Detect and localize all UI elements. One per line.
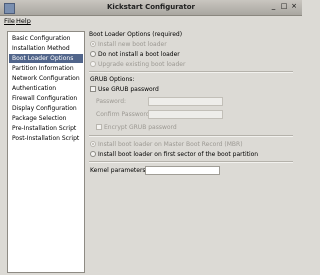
sidebar-item-authentication[interactable]: Authentication — [9, 84, 83, 93]
password-label: Password: — [96, 98, 127, 105]
do-not-install-label: Do not install a boot loader — [98, 51, 180, 58]
maximize-button[interactable]: □ — [281, 2, 288, 10]
title-bar[interactable]: Kickstart Configurator _ □ × — [0, 0, 302, 16]
mbr-label: Install boot loader on Master Boot Recor… — [98, 141, 243, 148]
encrypt-grub-label: Encrypt GRUB password — [104, 124, 177, 131]
sidebar-item-pre-installation-script[interactable]: Pre-Installation Script — [9, 124, 83, 133]
password-field[interactable] — [148, 97, 223, 106]
sidebar-item-package-selection[interactable]: Package Selection — [9, 114, 83, 123]
first-sector-radio[interactable] — [90, 151, 96, 157]
window-controls: _ □ × — [271, 2, 298, 10]
first-sector-label: Install boot loader on first sector of t… — [98, 151, 259, 158]
install-new-label: Install new boot loader — [98, 41, 167, 48]
separator — [89, 135, 293, 137]
mbr-radio[interactable] — [90, 141, 96, 147]
encrypt-grub-checkbox[interactable] — [96, 124, 102, 130]
upgrade-existing-radio[interactable] — [90, 61, 96, 67]
sidebar-item-partition-information[interactable]: Partition Information — [9, 64, 83, 73]
window-title: Kickstart Configurator — [107, 3, 195, 11]
sidebar-item-firewall-configuration[interactable]: Firewall Configuration — [9, 94, 83, 103]
section-heading: Boot Loader Options (required) — [89, 31, 183, 38]
menu-file[interactable]: File — [4, 17, 15, 25]
kickstart-window: Kickstart Configurator _ □ × File Help B… — [0, 0, 302, 275]
use-grub-password-label: Use GRUB password — [98, 86, 159, 93]
menu-help[interactable]: Help — [16, 17, 31, 25]
grub-options-heading: GRUB Options: — [90, 76, 135, 83]
menu-bar: File Help — [0, 16, 302, 26]
confirm-password-field[interactable] — [148, 110, 223, 119]
boot-loader-panel: Boot Loader Options (required) Install n… — [88, 31, 296, 271]
sidebar-item-display-configuration[interactable]: Display Configuration — [9, 104, 83, 113]
sidebar-item-installation-method[interactable]: Installation Method — [9, 44, 83, 53]
separator — [89, 161, 293, 163]
confirm-password-label: Confirm Password: — [96, 111, 152, 118]
sidebar: Basic Configuration Installation Method … — [7, 31, 85, 273]
kernel-parameters-field[interactable] — [145, 166, 220, 175]
minimize-button[interactable]: _ — [271, 2, 278, 10]
sidebar-item-network-configuration[interactable]: Network Configuration — [9, 74, 83, 83]
sidebar-item-boot-loader-options[interactable]: Boot Loader Options — [9, 54, 83, 63]
close-button[interactable]: × — [291, 2, 298, 10]
sidebar-item-post-installation-script[interactable]: Post-Installation Script — [9, 134, 83, 143]
use-grub-password-checkbox[interactable] — [90, 86, 96, 92]
do-not-install-radio[interactable] — [90, 51, 96, 57]
install-new-radio[interactable] — [90, 41, 96, 47]
separator — [89, 71, 293, 73]
upgrade-existing-label: Upgrade existing boot loader — [98, 61, 186, 68]
sidebar-item-basic-configuration[interactable]: Basic Configuration — [9, 34, 83, 43]
kernel-parameters-label: Kernel parameters: — [90, 167, 148, 174]
